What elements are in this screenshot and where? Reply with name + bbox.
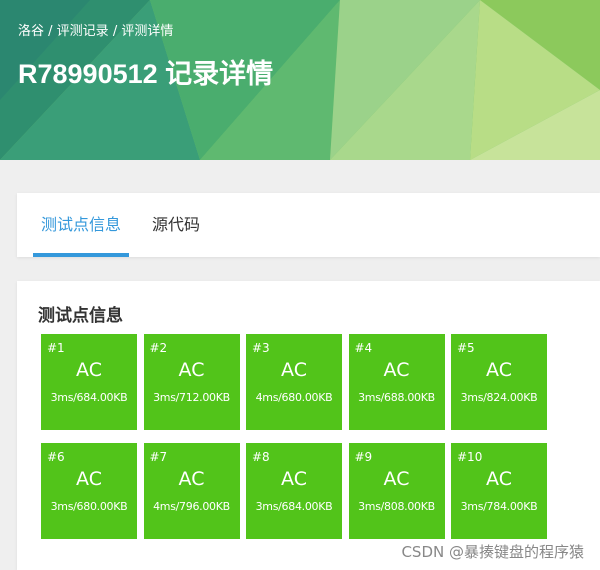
testcase-status: AC <box>76 359 102 381</box>
testcase-tile[interactable]: #8 AC 3ms/684.00KB <box>246 443 342 539</box>
testcase-panel-title: 测试点信息 <box>38 306 123 326</box>
testcase-status: AC <box>281 359 307 381</box>
page-title: R78990512 记录详情 <box>18 59 274 89</box>
testcase-status: AC <box>281 468 307 490</box>
testcase-panel: 测试点信息 #1 AC 3ms/684.00KB #2 AC 3ms/712.00KB #3… <box>17 281 600 570</box>
testcase-time-memory: 4ms/796.00KB <box>153 500 230 513</box>
testcase-time-memory: 3ms/688.00KB <box>358 391 435 404</box>
testcase-status: AC <box>486 359 512 381</box>
testcase-time-memory: 4ms/680.00KB <box>255 391 333 404</box>
testcase-tile[interactable]: #2 AC 3ms/712.00KB <box>143 334 240 430</box>
tab-bar: 测试点信息 源代码 <box>17 193 600 257</box>
tab-source-code[interactable]: 源代码 <box>143 193 209 257</box>
testcase-tile[interactable]: #6 AC 3ms/680.00KB <box>41 443 137 539</box>
breadcrumb-current: 评测详情 <box>121 24 174 39</box>
breadcrumb-separator: / <box>44 24 57 39</box>
testcase-status: AC <box>178 359 205 381</box>
testcase-tile[interactable]: #5 AC 3ms/824.00KB <box>451 334 547 430</box>
testcase-time-memory: 3ms/680.00KB <box>50 500 128 513</box>
testcase-status: AC <box>383 359 410 381</box>
testcase-time-memory: 3ms/824.00KB <box>460 391 538 404</box>
header-banner: 洛谷 / 评测记录 / 评测详情 R78990512 记录详情 <box>0 0 600 160</box>
testcase-status: AC <box>383 468 410 490</box>
testcase-status: AC <box>178 468 205 490</box>
testcase-number: #3 <box>252 341 270 355</box>
breadcrumb-root-link[interactable]: 洛谷 <box>18 24 44 39</box>
testcase-tile[interactable]: #10 AC 3ms/784.00KB <box>451 443 547 539</box>
testcase-number: #5 <box>457 341 475 355</box>
testcase-number: #2 <box>149 341 168 355</box>
testcase-number: #1 <box>47 341 65 355</box>
breadcrumb-separator: / <box>108 24 122 39</box>
testcase-status: AC <box>486 468 512 490</box>
tab-testcases[interactable]: 测试点信息 <box>33 193 129 257</box>
testcase-number: #7 <box>149 450 168 464</box>
testcase-time-memory: 3ms/784.00KB <box>460 500 538 513</box>
testcase-time-memory: 3ms/684.00KB <box>255 500 333 513</box>
testcase-tile[interactable]: #3 AC 4ms/680.00KB <box>246 334 342 430</box>
testcase-tile[interactable]: #9 AC 3ms/808.00KB <box>348 443 445 539</box>
testcase-status: AC <box>76 468 102 490</box>
testcase-tile[interactable]: #4 AC 3ms/688.00KB <box>348 334 445 430</box>
breadcrumb-records-link[interactable]: 评测记录 <box>57 24 109 39</box>
testcase-number: #6 <box>47 450 65 464</box>
testcase-number: #4 <box>354 341 373 355</box>
testcase-tile[interactable]: #7 AC 4ms/796.00KB <box>143 443 240 539</box>
testcase-time-memory: 3ms/712.00KB <box>153 391 230 404</box>
testcase-number: #10 <box>457 450 483 464</box>
testcase-tile[interactable]: #1 AC 3ms/684.00KB <box>41 334 137 430</box>
watermark: CSDN @暴揍键盘的程序猿 <box>401 543 584 561</box>
breadcrumb: 洛谷 / 评测记录 / 评测详情 <box>18 20 173 39</box>
testcase-number: #9 <box>354 450 373 464</box>
testcase-time-memory: 3ms/808.00KB <box>358 500 435 513</box>
testcase-number: #8 <box>252 450 270 464</box>
testcase-time-memory: 3ms/684.00KB <box>50 391 128 404</box>
